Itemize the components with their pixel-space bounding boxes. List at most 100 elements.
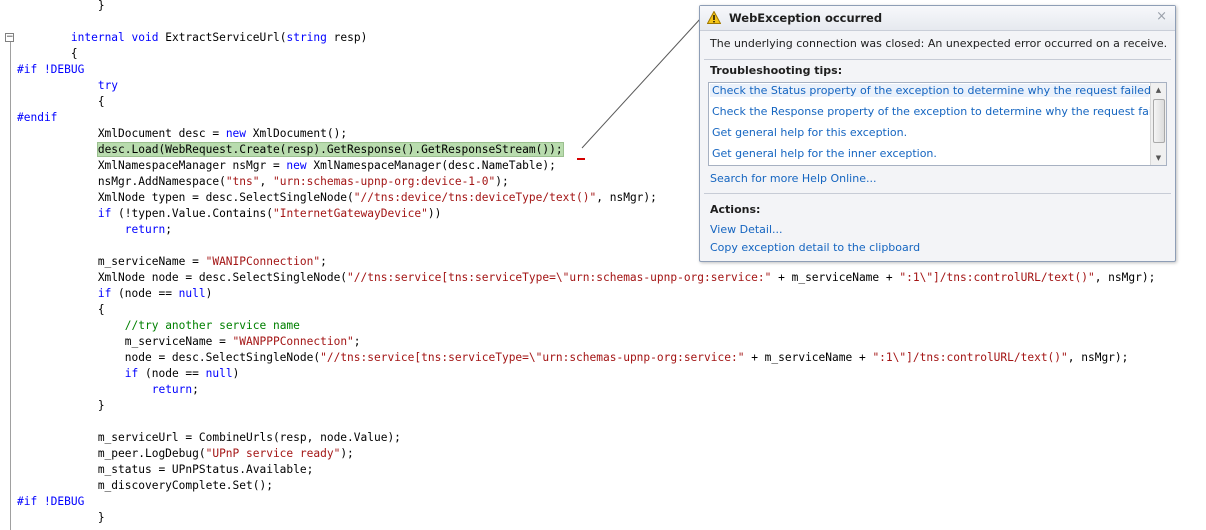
copy-exception-detail-link[interactable]: Copy exception detail to the clipboard [710,241,920,254]
code-token: ; [320,255,327,268]
code-token: try [97,79,119,92]
close-icon[interactable]: × [1156,9,1167,24]
code-line[interactable]: #if !DEBUG [17,494,84,510]
code-line[interactable]: m_discoveryComplete.Set(); [17,478,273,494]
exception-title: WebException occurred [729,11,883,25]
code-token: ; [353,335,361,348]
code-token: #if !DEBUG [17,63,85,76]
code-token: //try another service name [124,319,300,332]
outline-margin [10,36,11,530]
code-line[interactable]: { [17,302,105,318]
code-line[interactable]: XmlDocument desc = new XmlDocument(); [17,126,347,142]
exception-header: WebException occurred × [700,6,1175,31]
code-line[interactable]: m_status = UPnPStatus.Available; [17,462,314,478]
code-line[interactable]: m_serviceUrl = CombineUrls(resp, node.Va… [17,430,401,446]
code-token: + m_serviceName + [771,271,900,284]
code-line[interactable]: XmlNode typen = desc.SelectSingleNode("/… [17,190,657,206]
code-line[interactable]: { [17,94,105,110]
code-line[interactable]: { [17,46,78,62]
code-token: XmlNode node = desc.SelectSingleNode( [17,271,348,284]
code-token: internal [70,31,125,44]
code-line[interactable]: if (node == null) [17,366,240,382]
code-line[interactable]: if (node == null) [17,286,213,302]
code-token: m_discoveryComplete.Set(); [17,479,273,492]
code-token: ; [192,383,199,396]
code-line[interactable]: } [17,510,105,526]
code-line[interactable]: } [17,398,105,414]
code-line[interactable]: nsMgr.AddNamespace("tns", "urn:schemas-u… [17,174,509,190]
tips-scrollbar[interactable]: ▲ ▼ [1150,83,1166,165]
code-line[interactable]: #endif [17,110,57,126]
code-token: string [286,31,327,44]
warning-icon [707,11,721,24]
code-token: null [178,287,206,300]
code-token: m_serviceName = [17,335,233,348]
code-token: nsMgr.AddNamespace( [17,175,226,188]
code-token: (!typen.Value.Contains( [111,207,273,220]
collapse-region-toggle[interactable]: − [5,33,14,42]
code-token: ); [340,447,354,460]
code-token: "tns" [225,175,260,188]
code-token: )) [427,207,442,220]
code-line[interactable]: XmlNode node = desc.SelectSingleNode("//… [17,270,1156,286]
code-token: if [124,367,139,380]
code-line[interactable]: } [17,0,105,14]
code-line[interactable]: //try another service name [17,318,300,334]
code-token: #if !DEBUG [17,495,85,508]
code-token: "WANIPConnection" [205,255,321,268]
code-token: new [286,159,307,172]
code-token: { [17,303,105,316]
tip-item[interactable]: Get general help for this exception. [712,126,907,139]
code-token: } [17,0,105,12]
code-line[interactable]: try [17,78,118,94]
code-token: ":1\"]/tns:controlURL/text()" [872,351,1068,364]
code-token: resp) [326,31,368,44]
code-line[interactable]: return; [17,382,199,398]
code-line[interactable]: XmlNamespaceManager nsMgr = new XmlNames… [17,158,556,174]
tip-item[interactable]: Get general help for the inner exception… [712,147,937,160]
code-token: return [124,223,166,236]
code-line[interactable]: return; [17,222,172,238]
code-token: "//tns:device/tns:deviceType/text()" [353,191,597,204]
code-token: ExtractServiceUrl( [158,31,287,44]
code-token: XmlNode typen = desc.SelectSingleNode( [17,191,354,204]
code-line[interactable]: if (!typen.Value.Contains("InternetGatew… [17,206,442,222]
code-line[interactable]: m_peer.LogDebug("UPnP service ready"); [17,446,354,462]
code-line[interactable]: internal void ExtractServiceUrl(string r… [17,30,367,46]
divider [704,193,1171,194]
code-token: XmlDocument(); [246,127,348,140]
code-token: "InternetGatewayDevice" [272,207,428,220]
code-token: } [17,399,105,412]
code-token: + m_serviceName + [744,351,873,364]
scroll-up-icon[interactable]: ▲ [1151,83,1166,97]
search-help-online-link[interactable]: Search for more Help Online... [710,172,876,185]
code-token: ) [232,367,240,380]
scroll-down-icon[interactable]: ▼ [1151,151,1166,165]
troubleshooting-tips-list[interactable]: Check the Status property of the excepti… [708,82,1167,166]
code-line[interactable]: m_serviceName = "WANIPConnection"; [17,254,327,270]
code-token: { [17,95,105,108]
code-token: ) [205,287,213,300]
code-token: } [17,511,105,524]
code-token: , [259,175,273,188]
view-detail-link[interactable]: View Detail... [710,223,783,236]
code-token: new [225,127,247,140]
code-line[interactable]: m_serviceName = "WANPPPConnection"; [17,334,361,350]
code-token: if [97,287,112,300]
exception-helper-popup: WebException occurred × The underlying c… [699,5,1176,262]
code-line[interactable]: node = desc.SelectSingleNode("//tns:serv… [17,350,1129,366]
code-line[interactable]: #if !DEBUG [17,62,84,78]
code-token: ; [165,223,172,236]
tip-item[interactable]: Check the Status property of the excepti… [710,84,1154,97]
tip-item[interactable]: Check the Response property of the excep… [712,105,1166,118]
code-token: "WANPPPConnection" [232,335,354,348]
code-line[interactable]: desc.Load(WebRequest.Create(resp).GetRes… [17,142,564,158]
code-token: ); [495,175,509,188]
scrollbar-thumb[interactable] [1153,99,1165,143]
